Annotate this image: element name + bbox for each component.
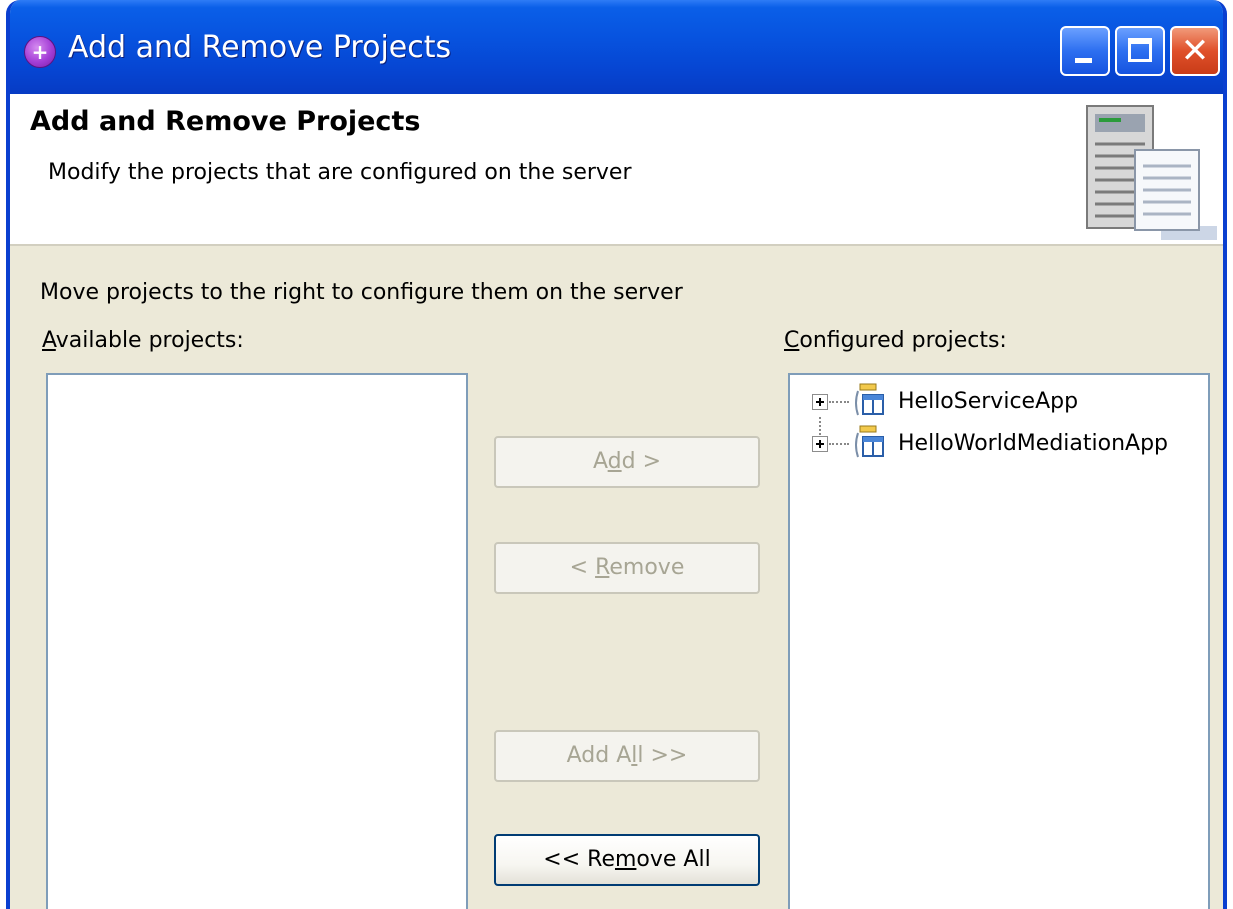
project-label: HelloWorldMediationApp <box>898 431 1169 456</box>
enterprise-app-project-icon <box>855 425 884 458</box>
instructions-text: Move projects to the right to configure … <box>40 280 683 305</box>
dialog-window: + Add and Remove Projects ✕ Add and Remo… <box>6 0 1227 909</box>
available-projects-label: Available projects: <box>42 328 244 353</box>
add-button[interactable]: Add > <box>494 436 760 488</box>
tree-connector <box>819 417 821 435</box>
close-button[interactable]: ✕ <box>1170 26 1220 76</box>
banner-subtitle: Modify the projects that are configured … <box>48 160 632 185</box>
minimize-button[interactable] <box>1060 26 1110 76</box>
available-label-text: vailable projects: <box>55 328 244 353</box>
minimize-icon <box>1075 58 1092 63</box>
maximize-icon <box>1128 38 1152 62</box>
add-all-button[interactable]: Add All >> <box>494 730 760 782</box>
eclipse-app-icon: + <box>24 36 56 68</box>
enterprise-app-project-icon <box>855 383 884 416</box>
project-label: HelloServiceApp <box>898 389 1079 414</box>
header-banner: Add and Remove Projects Modify the proje… <box>10 94 1223 246</box>
configured-projects-list[interactable]: HelloServiceApp HelloWorldMediationApp <box>788 373 1210 909</box>
plus-icon[interactable] <box>812 436 828 452</box>
maximize-button[interactable] <box>1115 26 1165 76</box>
remove-all-button[interactable]: << Remove All <box>494 834 760 886</box>
server-icon <box>1086 105 1217 240</box>
configured-label-text: onfigured projects: <box>799 328 1007 353</box>
title-bar[interactable]: + Add and Remove Projects ✕ <box>10 0 1223 94</box>
configured-projects-label: Configured projects: <box>784 328 1007 353</box>
available-projects-list[interactable] <box>46 373 468 909</box>
window-title: Add and Remove Projects <box>68 30 452 65</box>
plus-icon[interactable] <box>812 394 828 410</box>
configured-mnemonic: C <box>784 328 800 353</box>
remove-button[interactable]: < Remove <box>494 542 760 594</box>
banner-title: Add and Remove Projects <box>30 106 421 137</box>
available-mnemonic: A <box>42 328 56 353</box>
close-icon: ✕ <box>1180 31 1210 71</box>
